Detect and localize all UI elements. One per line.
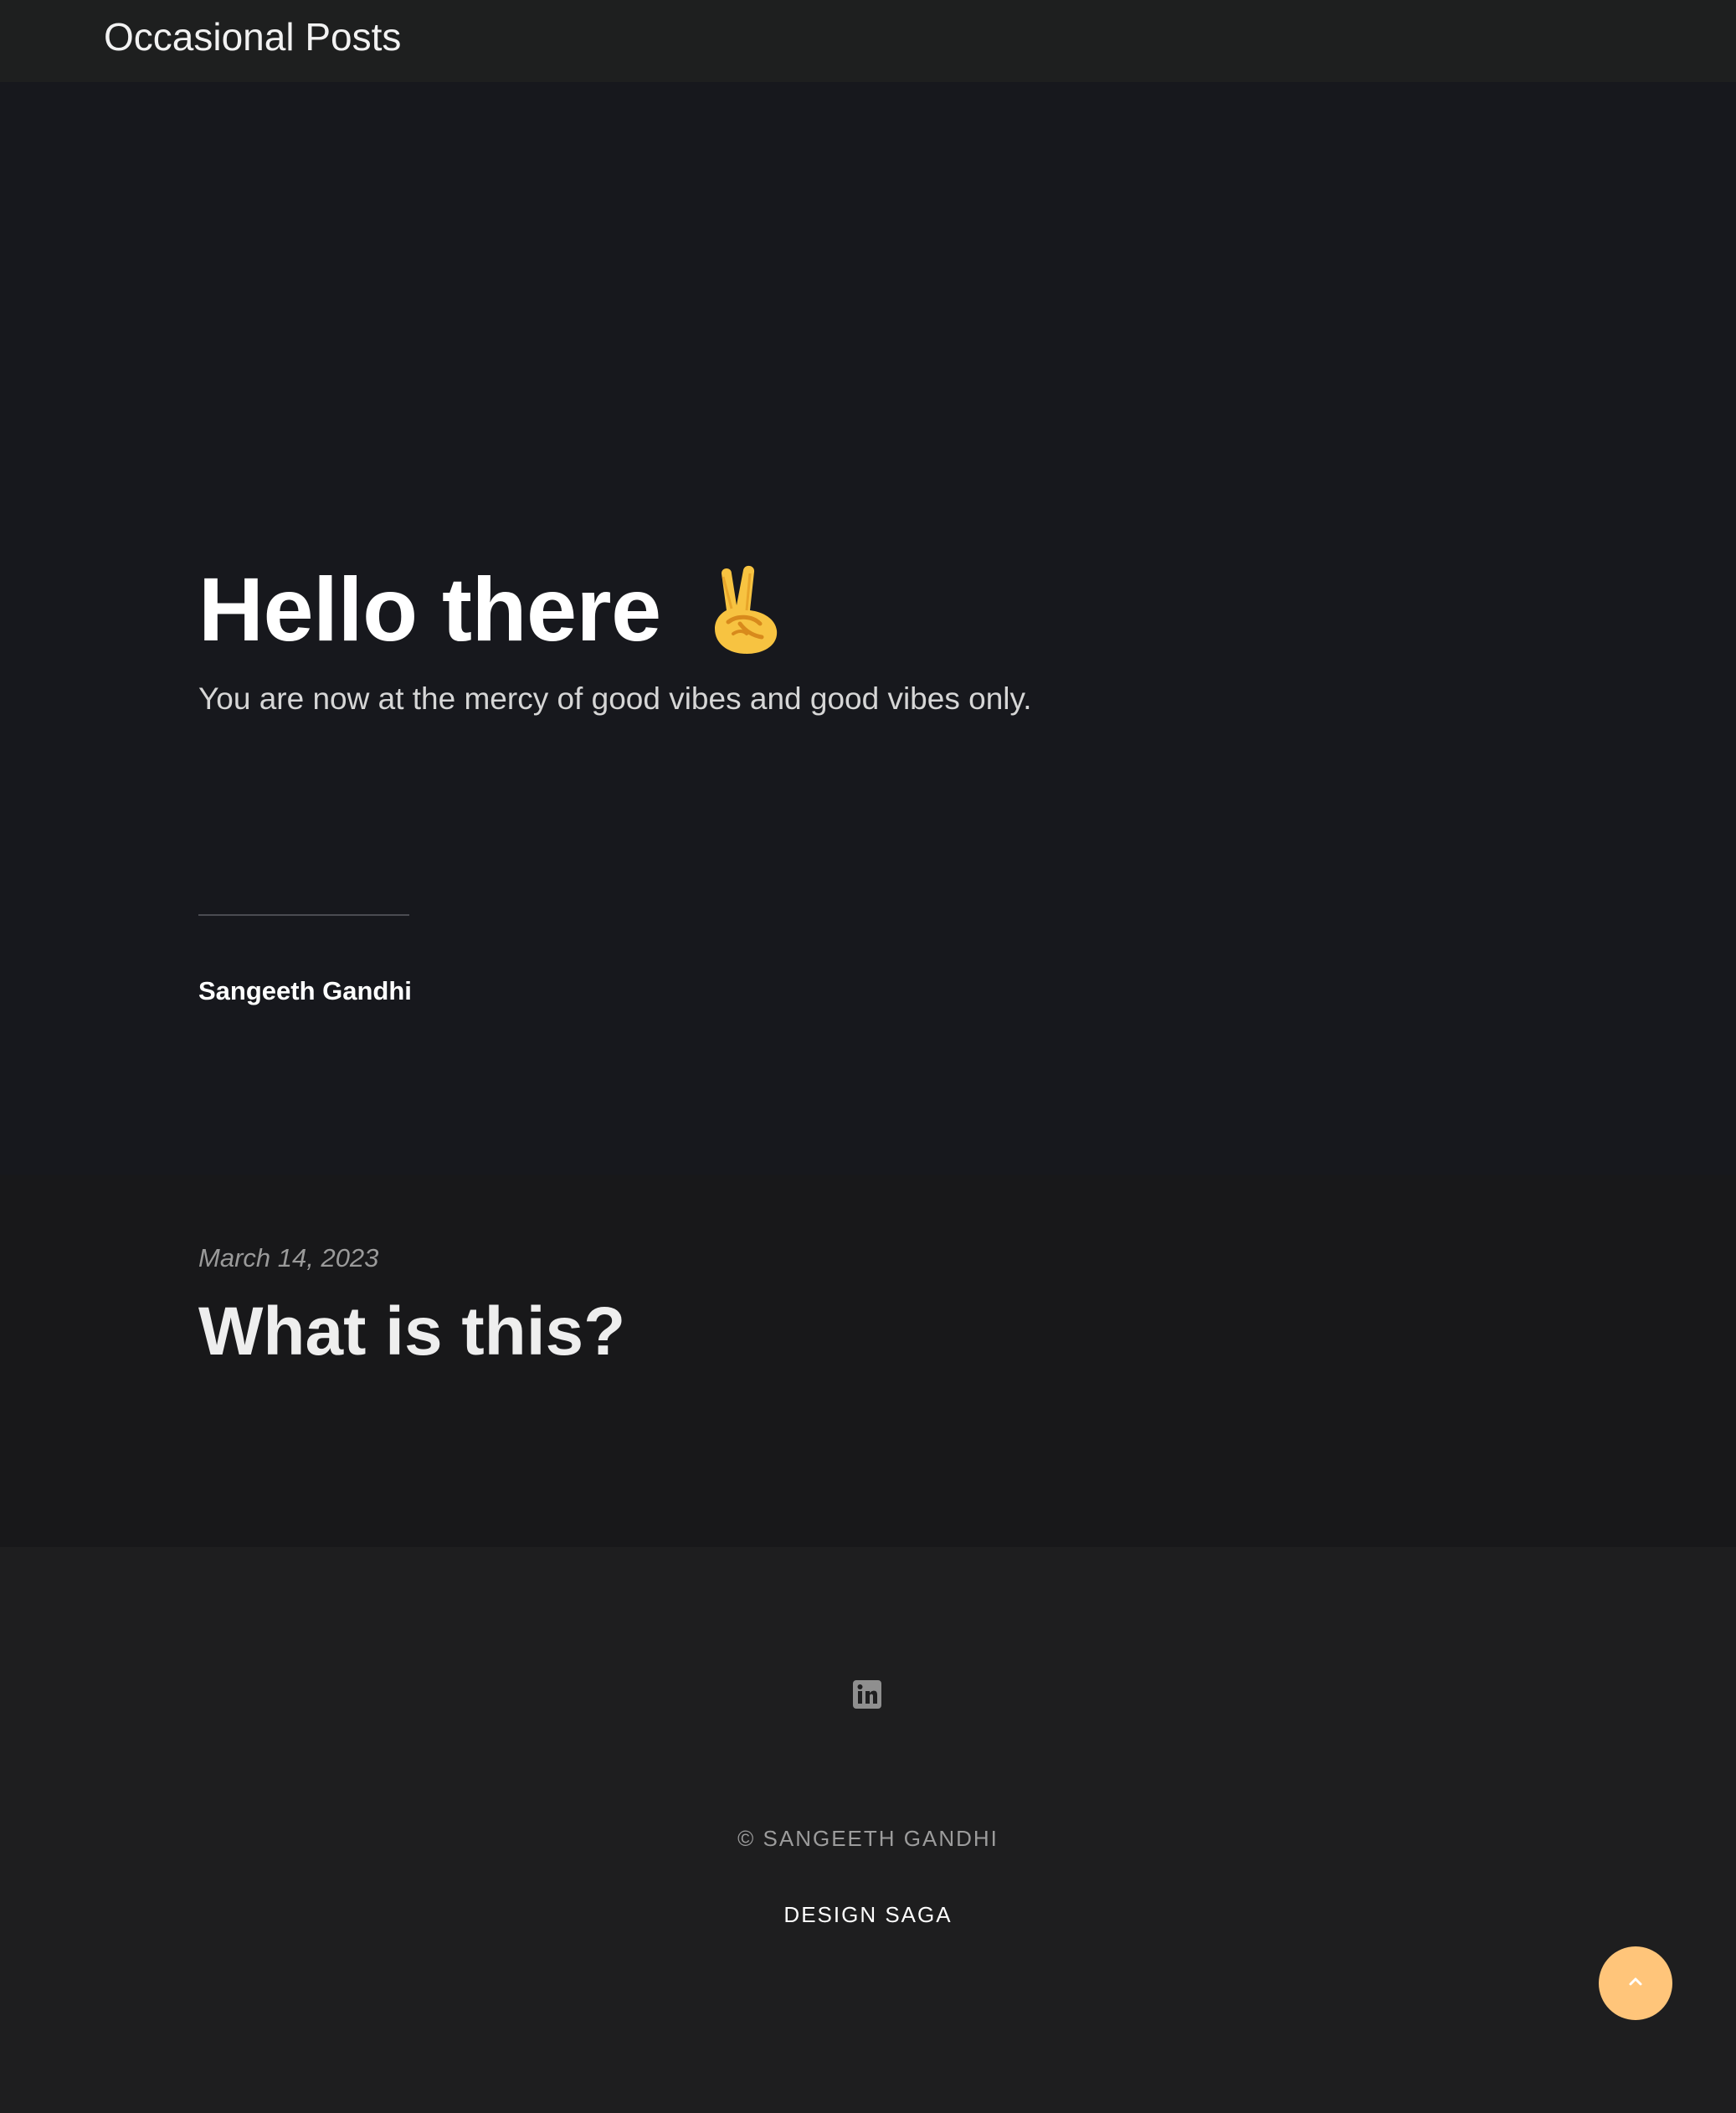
author-name: Sangeeth Gandhi (198, 976, 412, 1005)
copyright-text: © SANGEETH GANDHI (737, 1826, 999, 1851)
post-list: March 14, 2023 What is this? (0, 1175, 1736, 1547)
design-credit-link[interactable]: DESIGN SAGA (783, 1902, 952, 1927)
post-date: March 14, 2023 (198, 1243, 379, 1272)
post-title-link[interactable]: What is this? (198, 1290, 625, 1374)
victory-hand-icon (703, 563, 783, 655)
credit-line: DESIGN SAGA (0, 1899, 1736, 1930)
hero-title: Hello there (198, 558, 661, 660)
hero-section: Hello there You are now at the mercy of … (0, 82, 1736, 1175)
site-brand-link[interactable]: Occasional Posts (104, 12, 401, 62)
site-footer: © SANGEETH GANDHI DESIGN SAGA (0, 1547, 1736, 2113)
scroll-to-top-button[interactable] (1599, 1946, 1672, 2020)
linkedin-link[interactable] (851, 1679, 883, 1710)
hero-title-row: Hello there (198, 559, 783, 660)
hero-subtitle: You are now at the mercy of good vibes a… (198, 681, 1032, 716)
hero-divider (198, 914, 409, 916)
site-header: Occasional Posts (0, 0, 1736, 82)
linkedin-icon (851, 1680, 883, 1714)
chevron-up-icon (1626, 1976, 1645, 1992)
